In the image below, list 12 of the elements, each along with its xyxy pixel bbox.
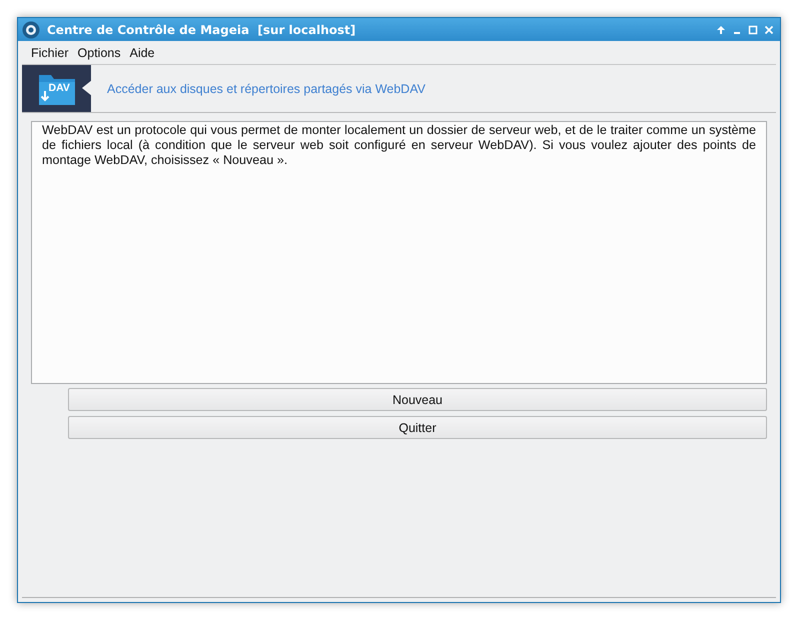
keep-above-icon[interactable] [716,24,726,34]
menu-item[interactable]: Options [78,46,121,60]
page-title: Accéder aux disques et répertoires partagés via WebDAV [107,82,426,96]
dialog-button[interactable]: Quitter [68,416,767,439]
dialog-button[interactable]: Nouveau [68,388,767,411]
pointer-notch [82,80,92,96]
menu-item[interactable]: Aide [130,46,155,60]
menu-item[interactable]: Fichier [31,46,69,60]
window-title: Centre de Contrôle de Mageia [sur localhost] [47,22,357,36]
close-icon[interactable] [764,24,774,34]
maximize-icon[interactable] [748,24,758,34]
description-text: WebDAV est un protocole qui vous permet de monter localement un dossier de serveur web, et de le traiter comme un système de fichiers local (à condition que le serveur web soit configuré en serveur WebDAV). Si vous voulez ajouter des points de montage WebDAV, choisissez « Nouveau ». [42,122,756,168]
